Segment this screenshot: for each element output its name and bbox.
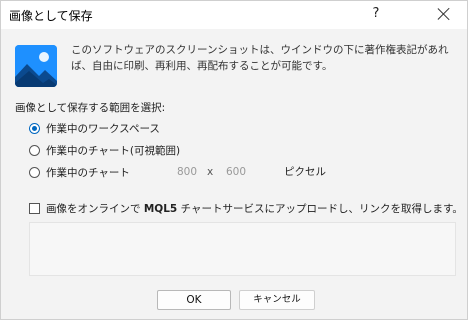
option-workspace[interactable]: 作業中のワークスペース <box>29 120 160 136</box>
radio-visible-chart[interactable] <box>29 144 40 156</box>
pixels-label: ピクセル <box>284 166 326 178</box>
radio-chart-size[interactable] <box>29 166 40 178</box>
option-workspace-label: 作業中のワークスペース <box>46 122 160 135</box>
upload-option[interactable]: 画像をオンラインで MQL5 チャートサービスにアップロードし、リンクを取得しま… <box>29 200 463 216</box>
close-icon[interactable] <box>434 4 454 24</box>
radio-workspace[interactable] <box>29 122 40 134</box>
upload-label-prefix: 画像をオンラインで <box>46 202 144 215</box>
help-button[interactable]: ? <box>366 4 386 24</box>
option-chart-size[interactable]: 作業中のチャート <box>29 164 130 180</box>
cancel-button[interactable]: キャンセル <box>239 290 315 310</box>
save-as-image-dialog: 画像として保存 ? このソフトウェアのスクリーンショットは、ウインドウの下に著作… <box>0 0 468 320</box>
link-textarea[interactable] <box>29 222 456 276</box>
width-field[interactable]: 800 <box>177 164 229 180</box>
info-text: このソフトウェアのスクリーンショットは、ウインドウの下に著作権表記があれば、自由… <box>71 44 449 72</box>
section-label: 画像として保存する範囲を選択: <box>15 102 166 114</box>
window-title: 画像として保存 <box>9 9 93 23</box>
option-visible-chart-label: 作業中のチャート(可視範囲) <box>46 144 181 157</box>
image-icon <box>15 45 57 87</box>
times-label: x <box>207 166 214 178</box>
upload-label-suffix: チャートサービスにアップロードし、リンクを取得します。 <box>177 202 463 215</box>
upload-label: 画像をオンラインで MQL5 チャートサービスにアップロードし、リンクを取得しま… <box>46 201 463 216</box>
title-bar: 画像として保存 ? <box>1 1 467 29</box>
option-visible-chart[interactable]: 作業中のチャート(可視範囲) <box>29 142 180 158</box>
upload-checkbox[interactable] <box>29 202 40 214</box>
upload-label-brand: MQL5 <box>143 202 178 215</box>
option-chart-size-label: 作業中のチャート <box>46 166 130 179</box>
ok-button[interactable]: OK <box>157 290 231 310</box>
height-field[interactable]: 600 <box>226 164 278 180</box>
